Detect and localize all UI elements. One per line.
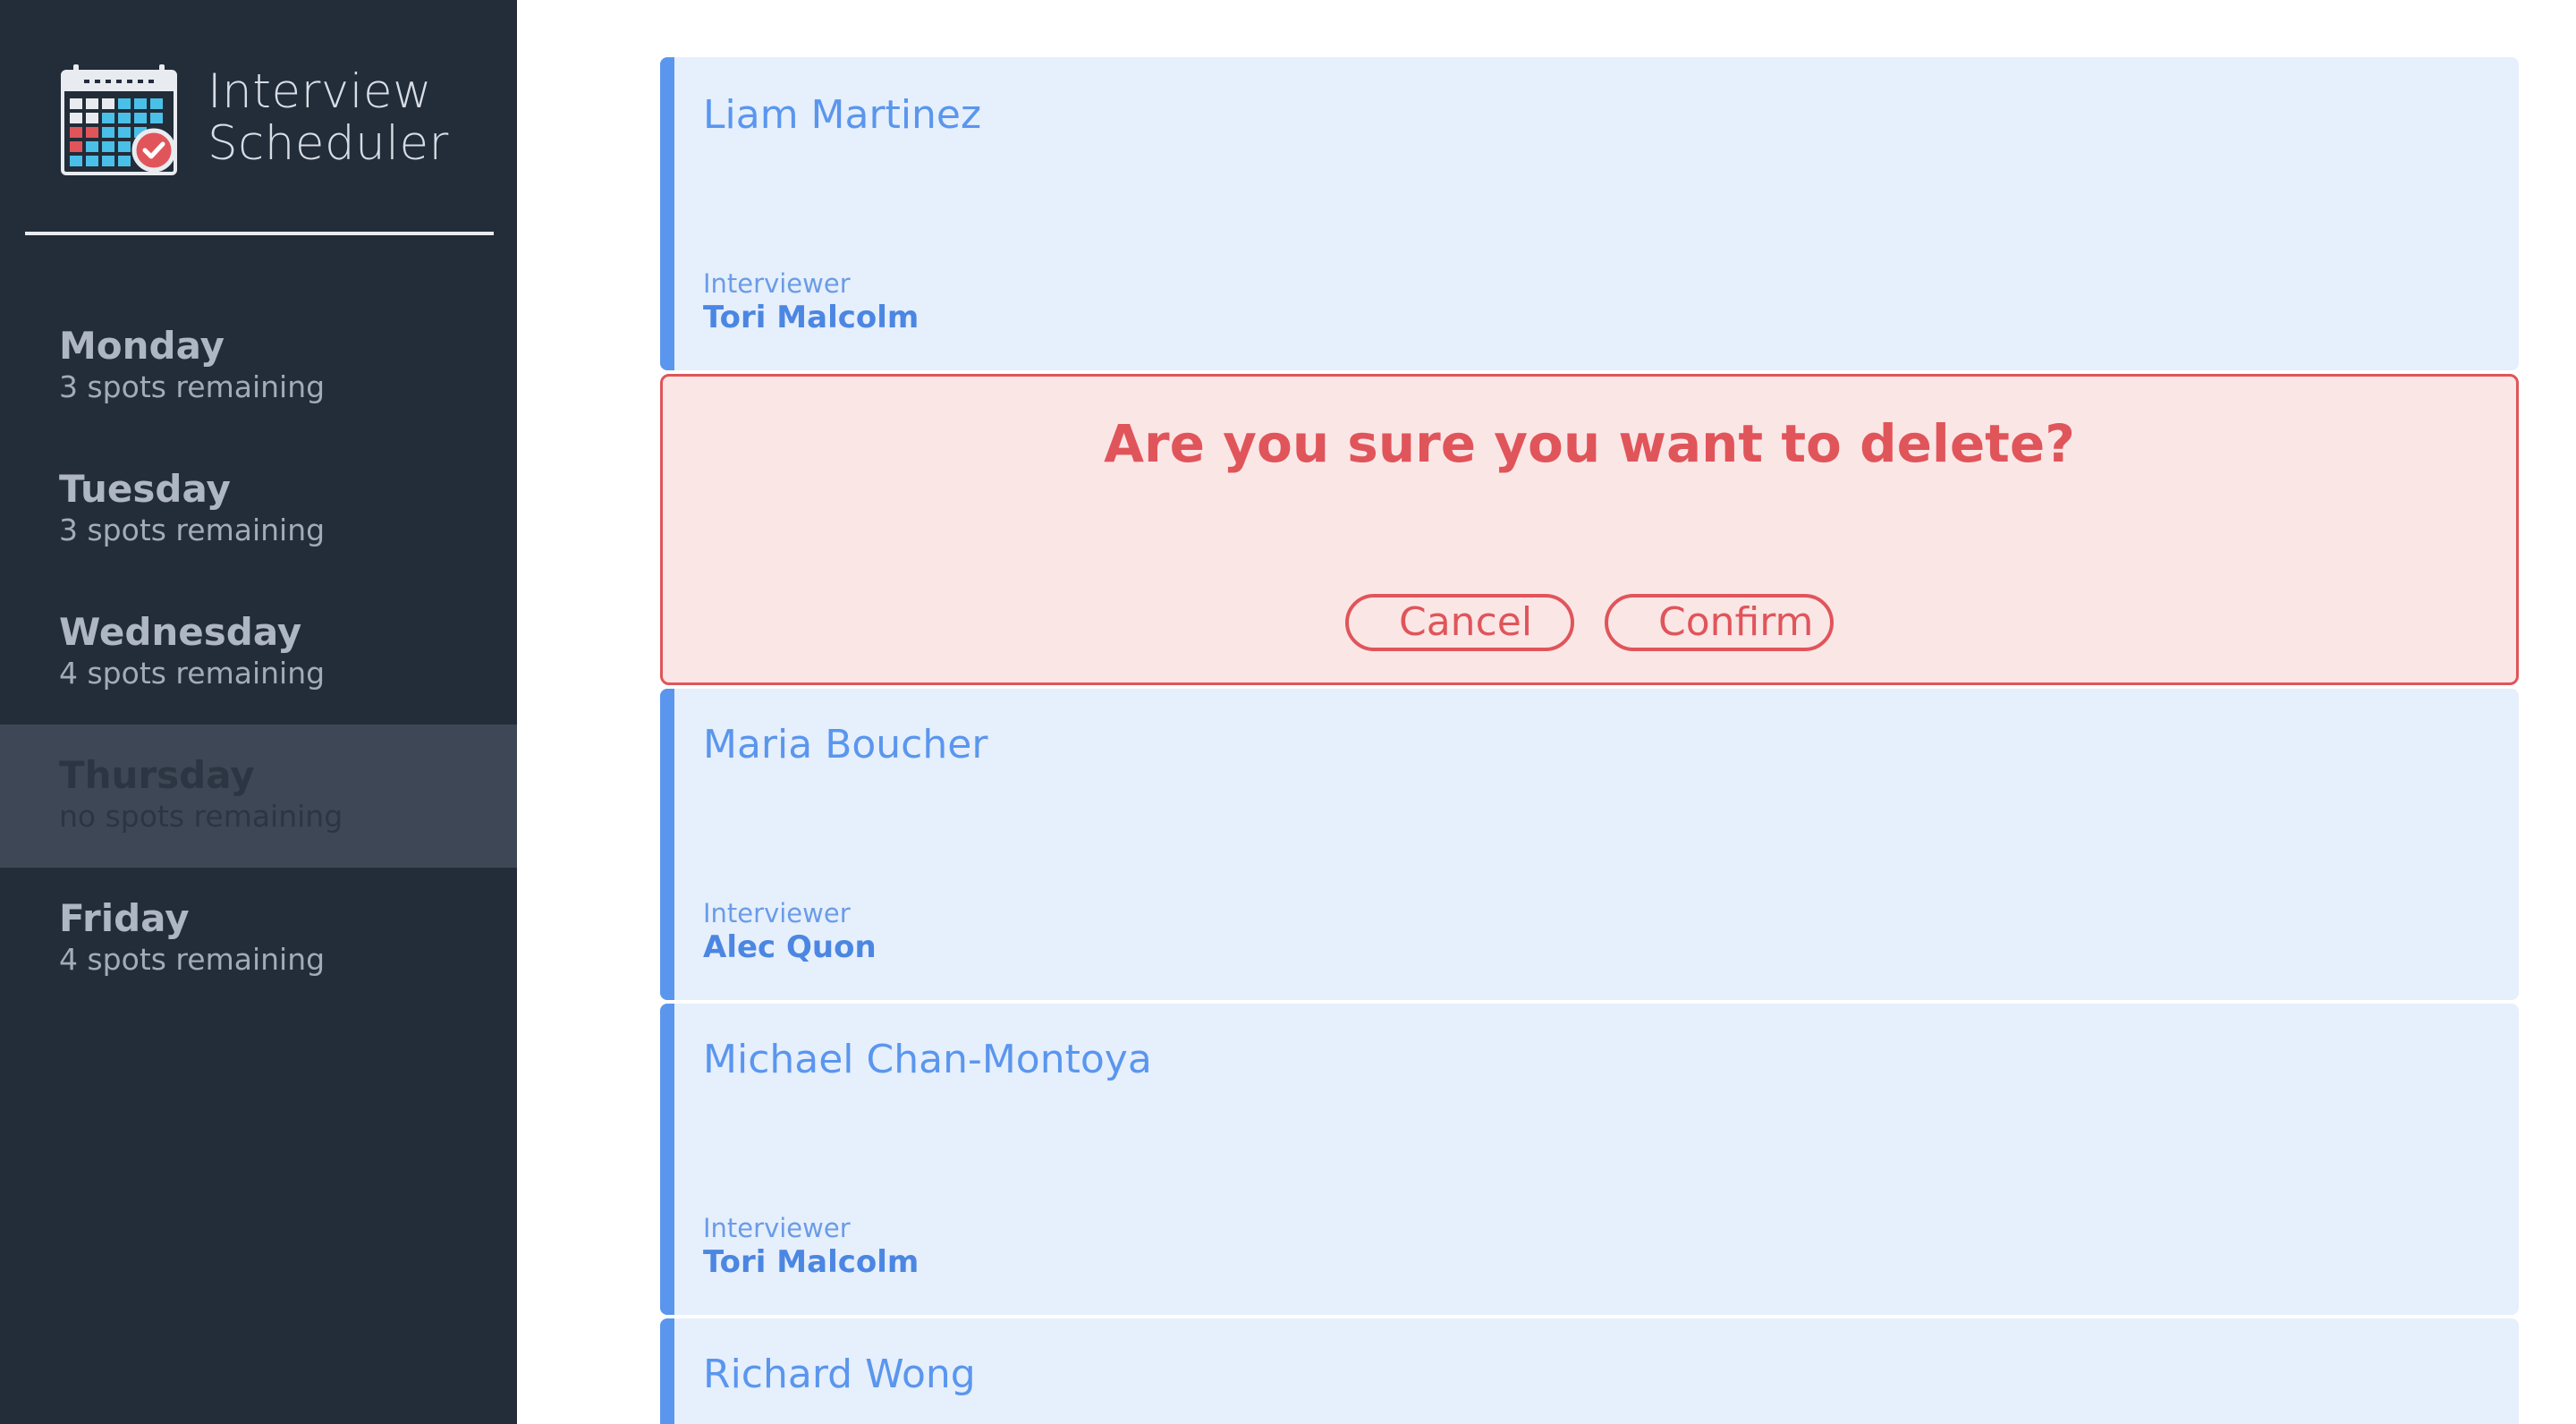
appointment-card[interactable]: Maria Boucher Interviewer Alec Quon <box>660 689 2519 1000</box>
interviewer-name: Alec Quon <box>703 929 877 965</box>
app-title-line1: Interview <box>208 64 432 119</box>
day-item-thursday[interactable]: Thursday no spots remaining <box>0 725 517 868</box>
day-spots: 4 spots remaining <box>59 942 326 977</box>
day-spots: no spots remaining <box>59 799 343 834</box>
interviewer-label: Interviewer <box>703 268 851 299</box>
day-list: Monday 3 spots remaining Tuesday 3 spots… <box>0 295 517 1011</box>
confirm-button[interactable]: Confirm <box>1605 594 1834 651</box>
app-root: Interview Scheduler Monday 3 spots remai… <box>0 0 2576 1424</box>
sidebar: Interview Scheduler Monday 3 spots remai… <box>0 0 517 1424</box>
day-item-friday[interactable]: Friday 4 spots remaining <box>0 868 517 1011</box>
student-name: Michael Chan-Montoya <box>703 1037 1152 1082</box>
brand: Interview Scheduler <box>61 64 508 181</box>
interviewer-label: Interviewer <box>703 898 851 928</box>
app-title-line2: Scheduler <box>208 116 449 171</box>
interviewer-name: Tori Malcolm <box>703 300 919 335</box>
day-item-wednesday[interactable]: Wednesday 4 spots remaining <box>0 581 517 725</box>
day-spots: 4 spots remaining <box>59 656 326 691</box>
app-title: Interview Scheduler <box>208 66 449 170</box>
appointment-card[interactable]: Liam Martinez Interviewer Tori Malcolm <box>660 57 2519 370</box>
delete-confirm-dialog: Are you sure you want to delete? Cancel … <box>660 374 2519 685</box>
day-name: Friday <box>59 896 190 940</box>
day-spots: 3 spots remaining <box>59 369 326 404</box>
appointment-card[interactable]: Michael Chan-Montoya Interviewer Tori Ma… <box>660 1004 2519 1315</box>
day-spots: 3 spots remaining <box>59 513 326 547</box>
day-name: Thursday <box>59 753 255 797</box>
student-name: Liam Martinez <box>703 92 982 138</box>
confirm-actions: Cancel Confirm <box>663 594 2516 651</box>
student-name: Richard Wong <box>703 1352 976 1397</box>
student-name: Maria Boucher <box>703 722 988 767</box>
calendar-check-icon <box>61 64 177 175</box>
cancel-button[interactable]: Cancel <box>1345 594 1574 651</box>
day-item-tuesday[interactable]: Tuesday 3 spots remaining <box>0 438 517 581</box>
schedule: Liam Martinez Interviewer Tori Malcolm A… <box>517 0 2576 1424</box>
interviewer-name: Tori Malcolm <box>703 1244 919 1280</box>
day-name: Wednesday <box>59 610 302 654</box>
interviewer-label: Interviewer <box>703 1213 851 1243</box>
day-item-monday[interactable]: Monday 3 spots remaining <box>0 295 517 438</box>
appointment-card[interactable]: Richard Wong <box>660 1318 2519 1424</box>
confirm-message: Are you sure you want to delete? <box>1104 413 2075 474</box>
sidebar-divider <box>25 232 494 235</box>
day-name: Monday <box>59 324 225 368</box>
day-name: Tuesday <box>59 467 231 511</box>
